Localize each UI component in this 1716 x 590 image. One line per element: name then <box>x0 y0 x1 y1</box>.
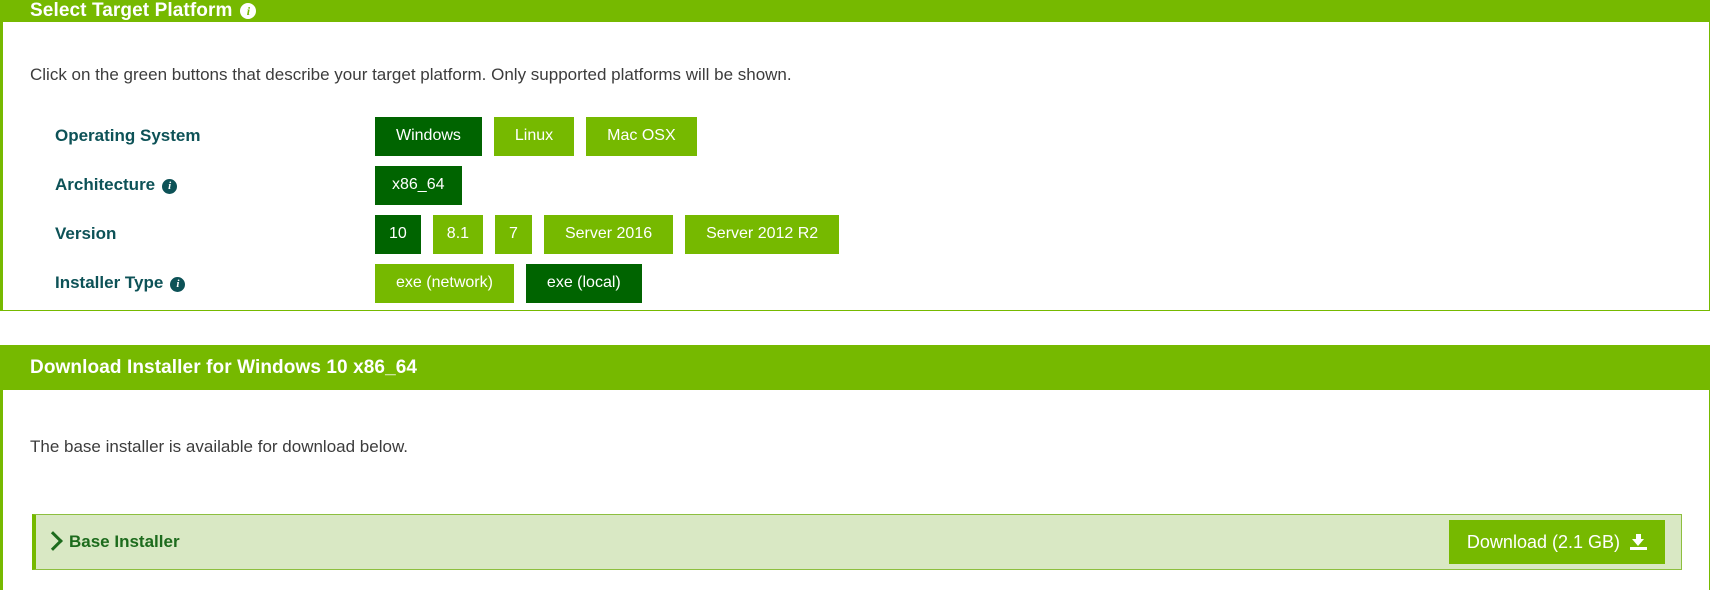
os-button-linux[interactable]: Linux <box>493 117 575 156</box>
option-row-installer-type: Installer Type i exe (network) exe (loca… <box>3 264 1709 313</box>
download-button-label: Download (2.1 GB) <box>1466 532 1620 552</box>
version-button-7[interactable]: 7 <box>495 215 532 254</box>
version-button-server-2012-r2[interactable]: Server 2012 R2 <box>685 215 840 254</box>
download-panel-title: Download Installer for Windows 10 x86_64 <box>30 356 418 378</box>
option-row-version: Version 10 8.1 7 Server 2016 Server 2012… <box>3 215 1709 264</box>
option-row-operating-system: Operating System Windows Linux Mac OSX <box>3 117 1709 166</box>
cuda-download-page: Select Target Platform i Click on the gr… <box>0 0 1716 590</box>
base-installer-row[interactable]: Base Installer Download (2.1 GB) <box>32 514 1682 570</box>
base-installer-label: Base Installer <box>69 532 180 551</box>
version-button-10[interactable]: 10 <box>375 215 421 254</box>
os-button-windows[interactable]: Windows <box>375 117 482 156</box>
platform-option-rows: Operating System Windows Linux Mac OSX A… <box>3 117 1709 313</box>
info-icon[interactable]: i <box>240 3 257 19</box>
option-buttons-operating-system: Windows Linux Mac OSX <box>375 117 697 156</box>
download-note-text: The base installer is available for down… <box>30 437 409 456</box>
label-text: Installer Type <box>55 273 164 292</box>
option-label-version: Version <box>3 215 375 253</box>
os-button-mac-osx[interactable]: Mac OSX <box>586 117 697 156</box>
option-label-architecture: Architecture i <box>3 166 375 204</box>
installer-type-button-exe-network[interactable]: exe (network) <box>375 264 514 303</box>
option-buttons-version: 10 8.1 7 Server 2016 Server 2012 R2 <box>375 215 840 254</box>
download-button[interactable]: Download (2.1 GB) <box>1448 520 1665 564</box>
info-icon[interactable]: i <box>162 178 178 194</box>
architecture-button-x86-64[interactable]: x86_64 <box>375 166 462 205</box>
option-label-installer-type: Installer Type i <box>3 264 375 302</box>
info-icon[interactable]: i <box>170 276 186 292</box>
version-button-8-1[interactable]: 8.1 <box>432 215 484 254</box>
option-label-operating-system: Operating System <box>3 117 375 155</box>
label-text: Architecture <box>55 175 156 194</box>
option-row-architecture: Architecture i x86_64 <box>3 166 1709 215</box>
select-target-platform-body: Click on the green buttons that describe… <box>3 22 1709 311</box>
select-panel-title: Select Target Platform <box>30 0 233 21</box>
label-text: Operating System <box>55 126 201 145</box>
version-button-server-2016[interactable]: Server 2016 <box>543 215 674 254</box>
label-text: Version <box>55 224 117 243</box>
select-target-platform-header: Select Target Platform i <box>3 0 1709 22</box>
download-installer-panel: Download Installer for Windows 10 x86_64… <box>0 345 1710 590</box>
instruction-text: Click on the green buttons that describe… <box>30 65 792 84</box>
download-installer-body: The base installer is available for down… <box>3 390 1709 590</box>
base-installer-title-group[interactable]: Base Installer <box>43 531 180 552</box>
download-icon <box>1630 534 1647 550</box>
chevron-right-icon[interactable] <box>43 531 63 551</box>
option-buttons-installer-type: exe (network) exe (local) <box>375 264 642 303</box>
download-installer-header: Download Installer for Windows 10 x86_64 <box>3 345 1709 390</box>
select-target-platform-panel: Select Target Platform i Click on the gr… <box>0 0 1710 311</box>
option-buttons-architecture: x86_64 <box>375 166 462 205</box>
installer-type-button-exe-local[interactable]: exe (local) <box>525 264 642 303</box>
